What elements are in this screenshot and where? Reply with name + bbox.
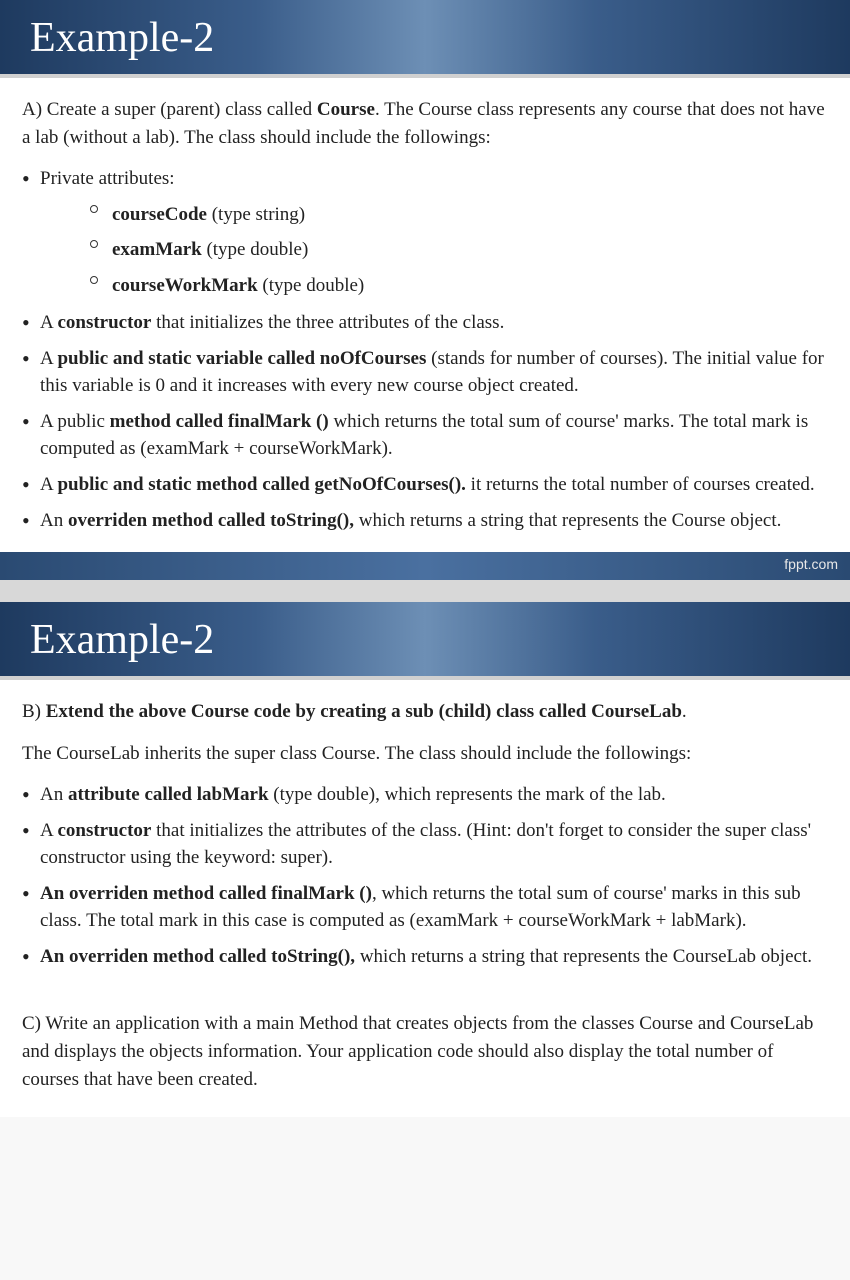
bullet-constructor-b: • A constructor that initializes the att…: [22, 817, 828, 872]
text-bold: constructor: [57, 820, 151, 841]
text: A: [40, 348, 57, 369]
bullet-tostring-b: • An overriden method called toString(),…: [22, 943, 828, 971]
bullet-constructor: • A constructor that initializes the thr…: [22, 309, 828, 337]
part-b-sub: The CourseLab inherits the super class C…: [22, 740, 828, 768]
footer-text: fppt.com: [784, 556, 838, 572]
text-bold: overriden method called toString(),: [68, 510, 354, 531]
list-item: examMark (type double): [90, 236, 828, 264]
text-bold: An overriden method called toString(),: [40, 946, 355, 967]
slide-1-title: Example-2: [30, 14, 820, 62]
text-bold: public and static method called getNoOfC…: [57, 474, 465, 495]
text: which returns a string that represents t…: [354, 510, 781, 531]
bullet-icon: •: [22, 312, 30, 334]
bullet-tostring: • An overriden method called toString(),…: [22, 507, 828, 535]
slide-2: Example-2 B) Extend the above Course cod…: [0, 602, 850, 1117]
slide-1-body: A) Create a super (parent) class called …: [0, 78, 850, 552]
bullet-icon: •: [22, 474, 30, 496]
circle-icon: [90, 205, 98, 213]
circle-icon: [90, 240, 98, 248]
text-bold: public and static variable called noOfCo…: [57, 348, 426, 369]
text: An: [40, 784, 68, 805]
part-a-intro: A) Create a super (parent) class called …: [22, 96, 828, 151]
text-bold: attribute called labMark: [68, 784, 269, 805]
slide-2-title: Example-2: [30, 616, 820, 664]
bullet-noofcourses: • A public and static variable called no…: [22, 345, 828, 400]
slide-1: Example-2 A) Create a super (parent) cla…: [0, 0, 850, 580]
text-bold: method called finalMark (): [110, 411, 329, 432]
part-c: C) Write an application with a main Meth…: [22, 1010, 828, 1093]
text: A public: [40, 411, 110, 432]
text: An: [40, 510, 68, 531]
text: A) Create a super (parent) class called: [22, 99, 317, 120]
text: it returns the total number of courses c…: [466, 474, 815, 495]
bullet-labmark: • An attribute called labMark (type doub…: [22, 781, 828, 809]
list-item: courseWorkMark (type double): [90, 272, 828, 300]
text-bold: courseCode: [112, 204, 207, 225]
text: A: [40, 312, 57, 333]
bullet-icon: •: [22, 784, 30, 806]
text: (type string): [207, 204, 305, 225]
text-bold: courseWorkMark: [112, 275, 258, 296]
text-bold: examMark: [112, 239, 202, 260]
bullet-icon: •: [22, 348, 30, 370]
bullet-finalmark-b: • An overriden method called finalMark (…: [22, 880, 828, 935]
part-b-intro: B) Extend the above Course code by creat…: [22, 698, 828, 726]
list-item: courseCode (type string): [90, 201, 828, 229]
circle-icon: [90, 276, 98, 284]
text-bold: Extend the above Course code by creating…: [46, 701, 682, 722]
slide-1-header: Example-2: [0, 0, 850, 78]
bullet-icon: •: [22, 820, 30, 842]
text-bold: constructor: [57, 312, 151, 333]
bullet-finalmark: • A public method called finalMark () wh…: [22, 408, 828, 463]
text-bold: Course: [317, 99, 375, 120]
text-bold: An overriden method called finalMark (): [40, 883, 372, 904]
text: that initializes the three attributes of…: [151, 312, 504, 333]
text: (type double), which represents the mark…: [269, 784, 666, 805]
text: A: [40, 820, 57, 841]
bullet-icon: •: [22, 883, 30, 905]
bullet-icon: •: [22, 168, 30, 190]
text: .: [682, 701, 687, 722]
slide-1-footer: fppt.com: [0, 552, 850, 580]
text: Private attributes:: [40, 168, 175, 189]
bullet-getnoofcourses: • A public and static method called getN…: [22, 471, 828, 499]
attribute-list: courseCode (type string) examMark (type …: [22, 201, 828, 300]
text: which returns a string that represents t…: [355, 946, 812, 967]
bullet-icon: •: [22, 510, 30, 532]
slide-2-header: Example-2: [0, 602, 850, 680]
bullet-icon: •: [22, 411, 30, 433]
bullet-private-attributes: • Private attributes:: [22, 165, 828, 193]
bullet-icon: •: [22, 946, 30, 968]
text: B): [22, 701, 46, 722]
text: A: [40, 474, 57, 495]
text: (type double): [202, 239, 309, 260]
slide-gap: [0, 580, 850, 602]
slide-2-body: B) Extend the above Course code by creat…: [0, 680, 850, 1117]
text: (type double): [258, 275, 365, 296]
text: that initializes the attributes of the c…: [40, 820, 811, 869]
